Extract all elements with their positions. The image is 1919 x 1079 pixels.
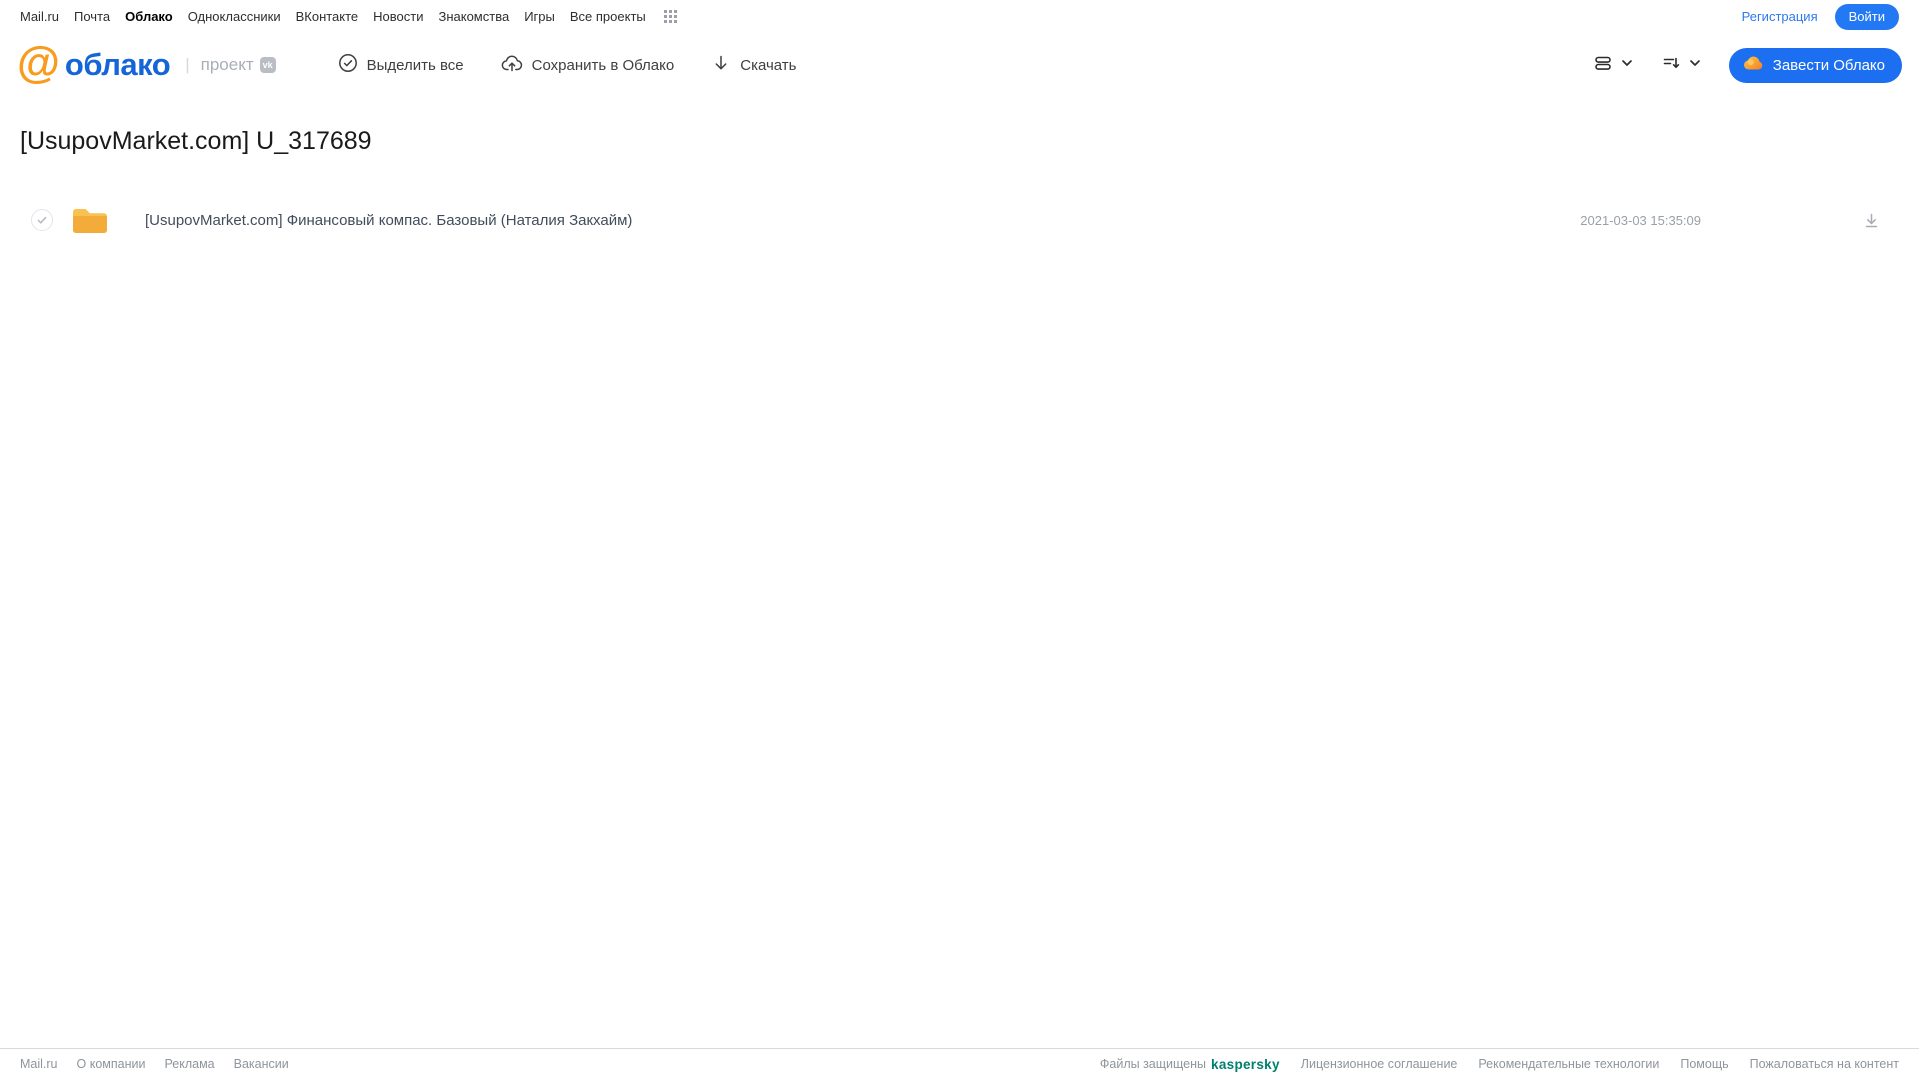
project-label: проект [200, 55, 254, 74]
logo-text: облако [64, 47, 171, 82]
nav-vse-proekty[interactable]: Все проекты [570, 9, 646, 24]
cloud-icon [1743, 55, 1764, 75]
login-button[interactable]: Войти [1834, 3, 1899, 30]
footer-bar: Mail.ru О компании Реклама Вакансии Файл… [0, 1048, 1919, 1079]
footer-left-links: Mail.ru О компании Реклама Вакансии [20, 1057, 289, 1071]
kaspersky-logo[interactable]: kaspersky [1211, 1057, 1280, 1072]
apps-grid-icon[interactable] [663, 10, 677, 23]
nav-igry[interactable]: Игры [524, 9, 555, 24]
cloud-logo[interactable]: @ облако | проект vk [17, 40, 276, 84]
registration-link[interactable]: Регистрация [1742, 9, 1818, 24]
checkmark-icon [37, 216, 47, 224]
footer-jobs-link[interactable]: Вакансии [234, 1057, 289, 1071]
nav-oblako[interactable]: Облако [125, 9, 173, 24]
nav-pochta[interactable]: Почта [74, 9, 110, 24]
vk-badge-icon: vk [259, 57, 276, 73]
download-arrow-icon [711, 53, 731, 77]
header-bar: @ облако | проект vk Выделить все Сохран… [0, 33, 1919, 97]
create-cloud-label: Завести Облако [1772, 56, 1885, 74]
nav-odnoklassniki[interactable]: Одноклассники [188, 9, 281, 24]
nav-novosti[interactable]: Новости [373, 9, 423, 24]
chevron-down-icon [1688, 56, 1702, 75]
chevron-down-icon [1620, 56, 1634, 75]
footer-report-link[interactable]: Пожаловаться на контент [1750, 1057, 1899, 1071]
nav-znakomstva[interactable]: Знакомства [438, 9, 509, 24]
top-nav-bar: Mail.ru Почта Облако Одноклассники ВКонт… [0, 0, 1919, 33]
sort-selector[interactable] [1661, 53, 1702, 78]
folder-icon[interactable] [71, 204, 109, 236]
footer-help-link[interactable]: Помощь [1680, 1057, 1728, 1071]
footer-license-link[interactable]: Лицензионное соглашение [1301, 1057, 1458, 1071]
download-all-button[interactable]: Скачать [711, 53, 796, 77]
download-label: Скачать [740, 56, 797, 74]
list-view-icon [1593, 53, 1613, 78]
select-all-button[interactable]: Выделить все [338, 53, 464, 77]
file-row[interactable]: [UsupovMarket.com] Финансовый компас. Ба… [0, 197, 1919, 243]
footer-about-link[interactable]: О компании [77, 1057, 146, 1071]
view-mode-selector[interactable] [1593, 53, 1634, 78]
footer-ads-link[interactable]: Реклама [164, 1057, 214, 1071]
nav-mailru[interactable]: Mail.ru [20, 9, 59, 24]
folder-name-link[interactable]: [UsupovMarket.com] Финансовый компас. Ба… [145, 212, 1580, 229]
header-right-controls: Завести Облако [1593, 47, 1902, 83]
logo-divider: | [185, 55, 190, 74]
footer-right-links: Файлы защищены kaspersky Лицензионное со… [1100, 1057, 1899, 1072]
create-cloud-button[interactable]: Завести Облако [1728, 47, 1902, 83]
cloud-upload-icon [501, 53, 523, 77]
save-to-cloud-button[interactable]: Сохранить в Облако [501, 53, 675, 77]
check-circle-icon [338, 53, 358, 77]
topnav-right: Регистрация Войти [1742, 3, 1899, 30]
mailru-at-icon: @ [17, 37, 60, 87]
sort-icon [1661, 53, 1681, 78]
save-to-cloud-label: Сохранить в Облако [531, 56, 675, 74]
row-checkbox[interactable] [31, 209, 53, 231]
footer-recommendations-link[interactable]: Рекомендательные технологии [1478, 1057, 1659, 1071]
file-date: 2021-03-03 15:35:09 [1580, 212, 1701, 228]
nav-vkontakte[interactable]: ВКонтакте [296, 9, 359, 24]
share-toolbar: Выделить все Сохранить в Облако Скачать [338, 53, 796, 77]
kaspersky-protection: Файлы защищены kaspersky [1100, 1057, 1280, 1072]
files-protected-label: Файлы защищены [1099, 1057, 1207, 1071]
select-all-label: Выделить все [366, 56, 464, 74]
footer-mailru-link[interactable]: Mail.ru [20, 1057, 58, 1071]
page-title: [UsupovMarket.com] U_317689 [20, 127, 372, 155]
row-download-icon[interactable] [1863, 212, 1880, 229]
